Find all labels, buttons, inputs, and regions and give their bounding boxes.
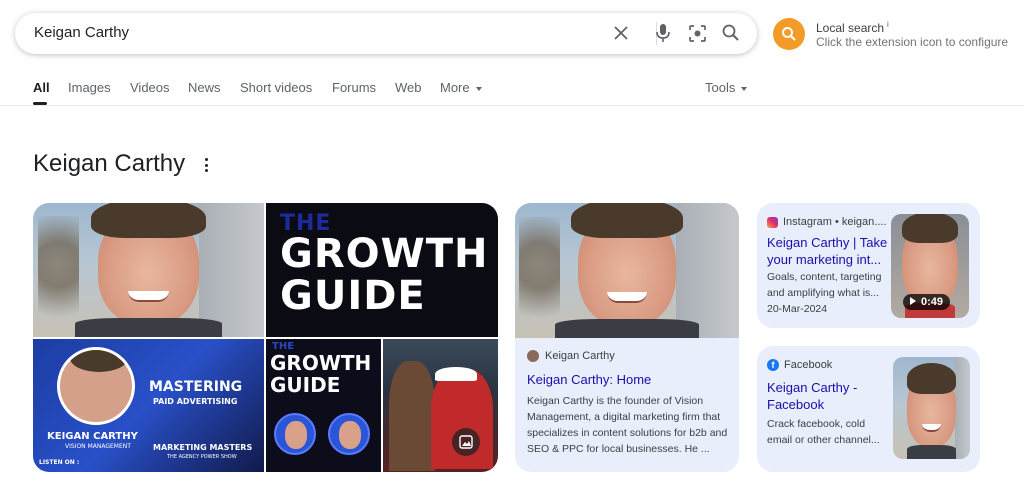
avatar <box>527 350 539 362</box>
result-snippet: Goals, content, targeting and amplifying… <box>767 271 882 299</box>
tab-videos[interactable]: Videos <box>130 80 170 95</box>
active-tab-indicator <box>33 102 47 105</box>
chevron-down-icon <box>741 86 748 91</box>
chevron-down-icon <box>475 86 482 91</box>
local-search-extension-button[interactable] <box>773 18 805 50</box>
website-thumbnail <box>515 203 739 338</box>
tab-news[interactable]: News <box>188 80 221 95</box>
profile-thumbnail[interactable] <box>893 357 970 459</box>
result-title-link[interactable]: Keigan Carthy: Home <box>527 372 651 387</box>
tab-images[interactable]: Images <box>68 80 111 95</box>
facebook-result-card[interactable]: f Facebook Keigan Carthy - Facebook Crack… <box>757 346 980 472</box>
tab-web[interactable]: Web <box>395 80 422 95</box>
search-input[interactable]: Keigan Carthy <box>34 24 129 41</box>
search-icon <box>782 27 796 41</box>
video-duration: 0:49 <box>903 294 951 310</box>
microphone-icon[interactable] <box>653 23 673 43</box>
video-thumbnail[interactable]: 0:49 <box>891 214 969 318</box>
image-party-photo[interactable] <box>383 339 498 472</box>
image-growth-guide-1[interactable]: THE GROWTH GUIDE <box>266 203 498 337</box>
tab-more[interactable]: More <box>440 80 482 95</box>
image-gallery-icon[interactable] <box>452 428 480 456</box>
search-bar[interactable]: Keigan Carthy <box>15 13 757 54</box>
instagram-result-card[interactable]: Instagram • keigan.... Keigan Carthy | T… <box>757 203 980 328</box>
facebook-icon: f <box>767 359 779 371</box>
more-options-icon[interactable] <box>203 158 209 172</box>
result-snippet: Crack facebook, cold email or other chan… <box>767 418 880 446</box>
knowledge-panel-title: Keigan Carthy <box>33 150 186 177</box>
result-source: Instagram • keigan.... <box>767 216 887 228</box>
tab-forums[interactable]: Forums <box>332 80 376 95</box>
clear-icon[interactable] <box>611 23 631 43</box>
result-title-link[interactable]: Keigan Carthy - Facebook <box>767 379 867 413</box>
camera-lens-icon[interactable] <box>687 23 707 43</box>
result-title-link[interactable]: Keigan Carthy | Take your marketing int.… <box>767 234 891 268</box>
result-source: Keigan Carthy <box>527 350 615 362</box>
result-snippet: Keigan Carthy is the founder of Vision M… <box>527 395 728 455</box>
result-date: 20-Mar-2024 <box>767 303 828 315</box>
image-grid: THE GROWTH GUIDE MASTERING PAID ADVERTIS… <box>33 203 498 472</box>
website-result-card[interactable]: Keigan Carthy Keigan Carthy: Home Keigan… <box>515 203 739 472</box>
tab-short-videos[interactable]: Short videos <box>240 80 312 95</box>
result-source: f Facebook <box>767 359 832 371</box>
tools-button[interactable]: Tools <box>705 80 748 95</box>
search-tabs: All Images Videos News Short videos Foru… <box>0 74 1024 106</box>
instagram-icon <box>767 216 778 228</box>
info-icon: i <box>887 20 889 29</box>
extension-subtitle: Click the extension icon to configure <box>816 35 1009 49</box>
search-icon[interactable] <box>721 23 741 43</box>
tab-all[interactable]: All <box>33 80 50 95</box>
image-portrait-1[interactable] <box>33 203 264 337</box>
extension-title: Local search i <box>816 20 889 35</box>
image-growth-guide-2[interactable]: THE GROWTH GUIDE <box>266 339 381 472</box>
image-mastering-podcast[interactable]: MASTERING PAID ADVERTISING KEIGAN CARTHY… <box>33 339 264 472</box>
